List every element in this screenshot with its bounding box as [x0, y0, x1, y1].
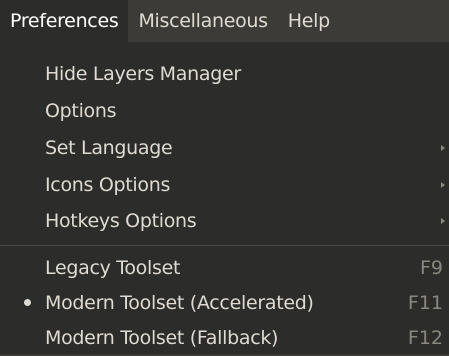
- menu-item-label: Modern Toolset (Fallback): [45, 326, 279, 349]
- submenu-arrow-icon: [441, 181, 445, 188]
- menu-item-label: Hide Layers Manager: [45, 62, 241, 85]
- submenu-arrow-icon: [441, 144, 445, 151]
- menu-item-label: Hotkeys Options: [45, 209, 197, 232]
- menu-item-icons-options[interactable]: Icons Options: [0, 166, 449, 203]
- menu-item-options[interactable]: Options: [0, 92, 449, 129]
- menu-miscellaneous[interactable]: Miscellaneous: [128, 0, 277, 42]
- shortcut-label: F9: [419, 256, 443, 279]
- menu-item-set-language[interactable]: Set Language: [0, 129, 449, 166]
- menu-item-hide-layers-manager[interactable]: Hide Layers Manager: [0, 55, 449, 92]
- menu-item-label: Modern Toolset (Accelerated): [45, 291, 314, 314]
- preferences-dropdown: Hide Layers Manager Options Set Language…: [0, 42, 449, 354]
- menu-item-label: Icons Options: [45, 173, 171, 196]
- menu-bar: Preferences Miscellaneous Help: [0, 0, 449, 42]
- submenu-arrow-icon: [441, 217, 445, 224]
- menu-item-label: Set Language: [45, 136, 173, 159]
- menu-item-modern-toolset-fallback[interactable]: Modern Toolset (Fallback) F12: [0, 319, 449, 356]
- menu-item-modern-toolset-accelerated[interactable]: Modern Toolset (Accelerated) F11: [0, 284, 449, 321]
- menu-item-legacy-toolset[interactable]: Legacy Toolset F9: [0, 249, 449, 286]
- menu-preferences[interactable]: Preferences: [0, 0, 129, 42]
- radio-bullet-icon: [24, 299, 31, 306]
- shortcut-label: F12: [407, 326, 443, 349]
- menu-item-hotkeys-options[interactable]: Hotkeys Options: [0, 202, 449, 239]
- menu-separator: [0, 245, 449, 246]
- menu-help[interactable]: Help: [278, 0, 340, 42]
- menu-item-label: Options: [45, 99, 117, 122]
- shortcut-label: F11: [407, 291, 443, 314]
- menu-item-label: Legacy Toolset: [45, 256, 181, 279]
